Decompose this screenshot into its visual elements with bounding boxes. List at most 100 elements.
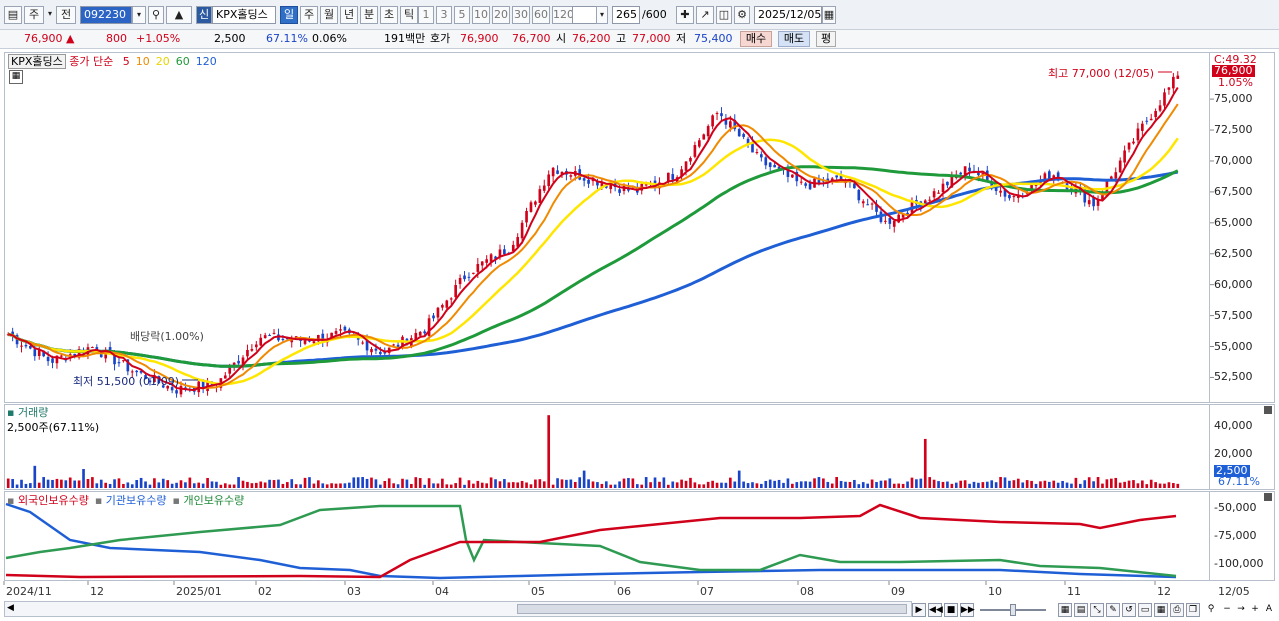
candle — [441, 305, 444, 308]
volume-panel-close-icon[interactable] — [1264, 406, 1272, 414]
volume-bar — [946, 481, 949, 488]
candle — [480, 261, 484, 266]
volume-bar — [702, 484, 706, 488]
volume-bar — [135, 480, 139, 488]
x-label-3: 02 — [258, 585, 272, 598]
volume-bar — [538, 479, 542, 488]
volume-bar — [144, 481, 147, 488]
horizontal-scrollbar[interactable]: ◀ — [4, 601, 912, 617]
legend-ma-3: 60 — [175, 55, 190, 68]
candle — [259, 337, 263, 346]
candle — [37, 350, 41, 356]
x-label-5: 04 — [435, 585, 449, 598]
volume-bar — [950, 483, 954, 488]
copy-icon[interactable]: ❐ — [1186, 603, 1200, 617]
stop-icon[interactable]: ■ — [944, 603, 958, 617]
volume-bar — [985, 481, 989, 488]
volume-bar — [822, 478, 825, 488]
print-icon[interactable]: ⎙ — [1170, 603, 1184, 617]
cursor-icon[interactable]: ⤡ — [1090, 603, 1104, 617]
price-tick-0: 75,000 — [1214, 92, 1253, 106]
undo-icon[interactable]: ↺ — [1122, 603, 1136, 617]
candle — [1132, 141, 1135, 144]
volume-bar — [525, 482, 528, 488]
forward-icon[interactable]: ▶▶ — [960, 603, 975, 617]
volume-bar — [1030, 480, 1033, 488]
calculator-icon[interactable]: ▦ — [9, 70, 23, 84]
grid-icon[interactable]: ▤ — [1074, 603, 1088, 617]
volume-bar — [95, 483, 99, 488]
font-size-icon[interactable]: A — [1262, 603, 1276, 617]
volume-bar — [729, 477, 732, 488]
candle — [449, 298, 453, 300]
candle — [472, 272, 475, 274]
volume-bar — [835, 477, 838, 488]
holders-panel-close-icon[interactable] — [1264, 493, 1272, 501]
candle — [791, 174, 794, 178]
volume-bar — [153, 478, 156, 488]
price-tick-5: 62,500 — [1214, 246, 1253, 260]
volume-bar — [516, 482, 520, 488]
candle — [237, 360, 240, 364]
x-label-8: 07 — [700, 585, 714, 598]
table-icon[interactable]: ▦ — [1154, 603, 1168, 617]
volume-bar — [560, 479, 564, 488]
volume-bar — [1083, 480, 1087, 488]
candle — [268, 335, 271, 337]
volume-bar — [1021, 482, 1025, 488]
volume-bar — [928, 477, 932, 488]
chart-canvas[interactable] — [0, 0, 1279, 621]
candle — [392, 344, 395, 346]
legend-stock-name[interactable]: KPX홀딩스 — [8, 54, 66, 69]
volume-bar — [919, 478, 923, 488]
volume-bar — [414, 477, 418, 488]
zoom-slider-handle[interactable] — [1010, 604, 1016, 616]
zoom-out-icon[interactable]: − — [1220, 603, 1234, 617]
price-tick-8: 55,000 — [1214, 339, 1253, 353]
rewind-icon[interactable]: ◀◀ — [928, 603, 943, 617]
zoom-in-icon[interactable]: + — [1248, 603, 1262, 617]
candle — [374, 348, 378, 351]
volume-bar — [210, 481, 214, 488]
scroll-thumb[interactable] — [517, 604, 907, 614]
candle — [729, 121, 732, 128]
volume-bar — [321, 483, 325, 488]
holders-legend-item-0: ▪ 외국인보유수량 — [7, 494, 89, 507]
ruler-icon[interactable]: ▭ — [1138, 603, 1152, 617]
candle — [467, 276, 471, 278]
volume-bar — [565, 479, 568, 488]
volume-value-note: 2,500주(67.11%) — [7, 421, 100, 434]
volume-bar — [853, 479, 856, 488]
scroll-left-icon[interactable]: ◀ — [7, 603, 14, 613]
holders-tick-100000: -100,000 — [1214, 557, 1264, 570]
play-icon[interactable]: ▶ — [912, 603, 926, 617]
volume-bar — [977, 482, 980, 488]
volume-bar — [511, 482, 515, 488]
volume-bar — [1101, 483, 1104, 488]
volume-bar — [751, 482, 754, 488]
x-label-6: 05 — [531, 585, 545, 598]
volume-bar — [316, 480, 320, 488]
layout-icon[interactable]: ▦ — [1058, 603, 1072, 617]
candle — [542, 185, 546, 191]
legend-ma-1: 10 — [135, 55, 150, 68]
volume-bar — [361, 477, 364, 488]
volume-bar — [1012, 480, 1016, 488]
candle — [928, 199, 932, 201]
candle — [135, 370, 139, 373]
candle — [534, 201, 537, 205]
volume-bar — [746, 483, 750, 488]
candle — [693, 145, 697, 157]
volume-bar — [175, 482, 178, 488]
tools-icon[interactable]: ✎ — [1106, 603, 1120, 617]
volume-bar — [356, 477, 360, 488]
volume-bar — [542, 481, 546, 488]
scroll-right-icon[interactable]: → — [1234, 603, 1248, 617]
volume-bar — [808, 481, 812, 488]
zoom-search-icon[interactable]: ⚲ — [1204, 603, 1218, 617]
candle — [1145, 120, 1149, 122]
volume-bar — [684, 480, 688, 488]
candle — [436, 307, 440, 318]
candle — [1012, 196, 1016, 198]
volume-bar — [1087, 477, 1091, 488]
